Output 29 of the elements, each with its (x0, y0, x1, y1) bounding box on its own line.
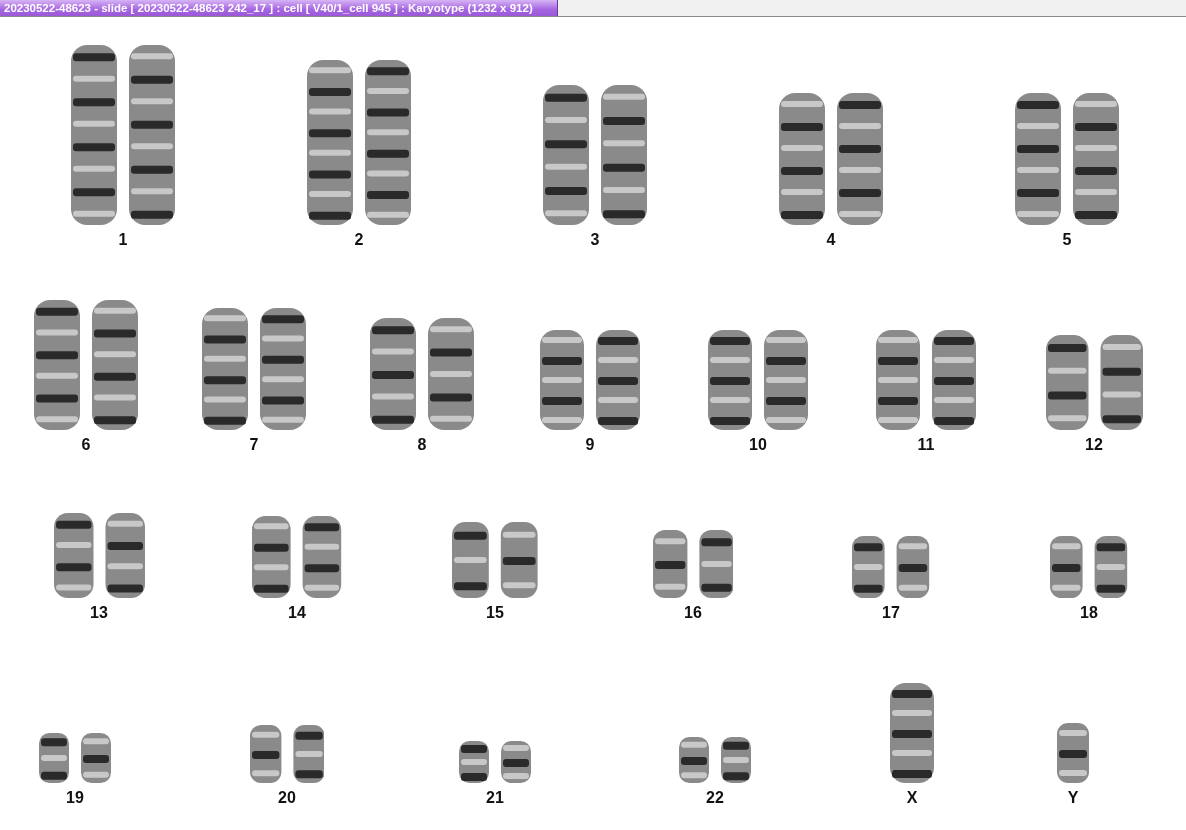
chromosome-label: 17 (882, 604, 900, 622)
chromosome-label: Y (1067, 789, 1079, 807)
chromosome-label: 19 (66, 789, 84, 807)
chromosome-label: 18 (1080, 604, 1098, 622)
chromosome-label: 11 (917, 436, 935, 454)
chromosome-pair-drawing (679, 737, 751, 783)
chromosome-label: 9 (585, 436, 595, 454)
chromosome-drawing (1057, 723, 1089, 783)
chromosome-label: 4 (826, 231, 836, 249)
chromosome-label: 16 (684, 604, 702, 622)
chromosome-label: 8 (417, 436, 427, 454)
chromosome-pair-drawing (39, 733, 111, 783)
chromosome-label: X (906, 789, 918, 807)
chromosome-label: 5 (1062, 231, 1072, 249)
chromosome-label: 22 (706, 789, 724, 807)
chromosome-label: 20 (278, 789, 296, 807)
chromosome-label: 2 (354, 231, 364, 249)
chromosome-label: 7 (249, 436, 259, 454)
window-title: 20230522-48623 - slide [ 20230522-48623 242_17 ] : cell [ V40/1_cell 945 ] : Karyotype (1232 x 912) (0, 0, 558, 16)
chromosome-label: 10 (749, 436, 767, 454)
chromosome-pair-drawing (459, 741, 531, 783)
chromosome-label: 15 (486, 604, 504, 622)
chromosome-label: 13 (90, 604, 108, 622)
chromosome-label: 3 (590, 231, 600, 249)
chromosome-label: 21 (486, 789, 504, 807)
chromosome-label: 12 (1085, 436, 1103, 454)
chromosome-label: 6 (81, 436, 91, 454)
chromosome-label: 1 (118, 231, 128, 249)
chromosome-label: 14 (288, 604, 306, 622)
